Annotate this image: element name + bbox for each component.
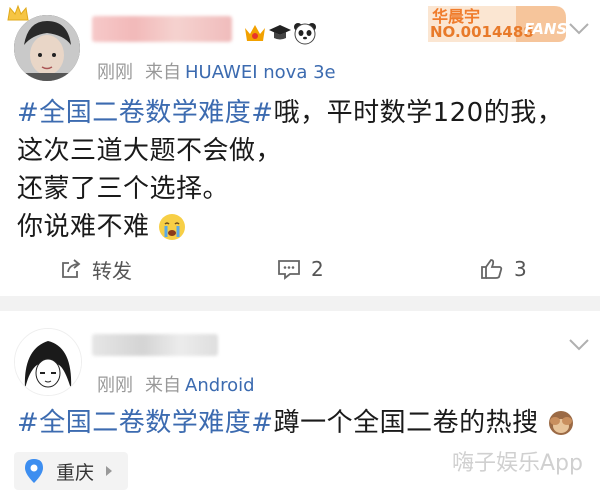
post-text: 蹲一个全国二卷的热搜	[273, 408, 539, 438]
weibo-post-1: 刚刚 来自 HUAWEI nova 3e 华晨宇 NO.0014488 FANS #…	[0, 0, 600, 296]
location-label: 重庆	[56, 461, 95, 484]
user-avatar[interactable]	[14, 328, 82, 396]
post-meta: 刚刚 来自 HUAWEI nova 3e	[97, 58, 336, 84]
avatar-portrait-icon	[14, 15, 80, 81]
chevron-down-icon[interactable]	[568, 338, 590, 352]
fans-badge-tag: FANS	[524, 20, 568, 38]
like-count: 3	[514, 257, 527, 281]
location-tag[interactable]: 重庆	[14, 452, 128, 490]
repost-icon	[62, 259, 81, 278]
username-blurred[interactable]	[92, 334, 218, 356]
crying-face-icon	[159, 214, 186, 240]
post-text-line: 你说难不难	[17, 212, 150, 242]
post-time: 刚刚	[97, 375, 133, 396]
location-pin-icon	[25, 459, 43, 483]
post-line-4: 你说难不难	[17, 208, 587, 246]
vip-member-icon	[245, 25, 265, 41]
post-line-2: 这次三道大题不会做，	[17, 136, 283, 166]
fans-badge-number: NO.0014488	[430, 23, 534, 41]
thumbs-up-icon	[481, 259, 503, 279]
like-button[interactable]: 3	[480, 247, 527, 291]
post-line-1: #全国二卷数学难度#哦，平时数学120的我，	[17, 94, 587, 132]
avatar-anime-icon	[15, 329, 81, 395]
post-line-3: 还蒙了三个选择。	[17, 174, 230, 204]
post-text-line: 哦，平时数学120的我，	[273, 98, 564, 128]
from-label: 来自	[145, 375, 181, 396]
chevron-down-icon[interactable]	[568, 22, 590, 36]
watermark: 嗨子娱乐App	[452, 451, 583, 476]
device-source[interactable]: Android	[185, 375, 255, 396]
comment-icon	[278, 260, 300, 280]
repost-label: 转发	[92, 258, 132, 283]
crown-icon	[7, 4, 29, 21]
graduate-cap-icon	[269, 25, 291, 40]
post-actions: 转发 2 3	[0, 247, 600, 291]
username-blurred[interactable]	[92, 16, 232, 42]
post-meta: 刚刚 来自 Android	[97, 371, 255, 397]
from-label: 来自	[145, 62, 181, 83]
panda-icon	[294, 23, 316, 45]
topic-link[interactable]: #全国二卷数学难度#	[17, 408, 274, 438]
see-no-evil-monkey-icon	[549, 411, 574, 435]
device-source[interactable]: HUAWEI nova 3e	[185, 62, 336, 83]
post-time: 刚刚	[97, 62, 133, 83]
topic-link[interactable]: #全国二卷数学难度#	[17, 98, 274, 128]
comment-count: 2	[311, 257, 324, 281]
post-divider	[0, 296, 600, 311]
post-body: #全国二卷数学难度#蹲一个全国二卷的热搜	[17, 404, 587, 442]
user-avatar[interactable]	[14, 15, 80, 81]
post-body: #全国二卷数学难度#哦，平时数学120的我， 这次三道大题不会做， 还蒙了三个选…	[17, 94, 587, 246]
repost-button[interactable]: 转发	[60, 247, 132, 291]
comment-button[interactable]: 2	[277, 247, 324, 291]
fans-badge[interactable]: 华晨宇 NO.0014488 FANS	[424, 4, 568, 44]
chevron-right-icon	[106, 466, 113, 476]
